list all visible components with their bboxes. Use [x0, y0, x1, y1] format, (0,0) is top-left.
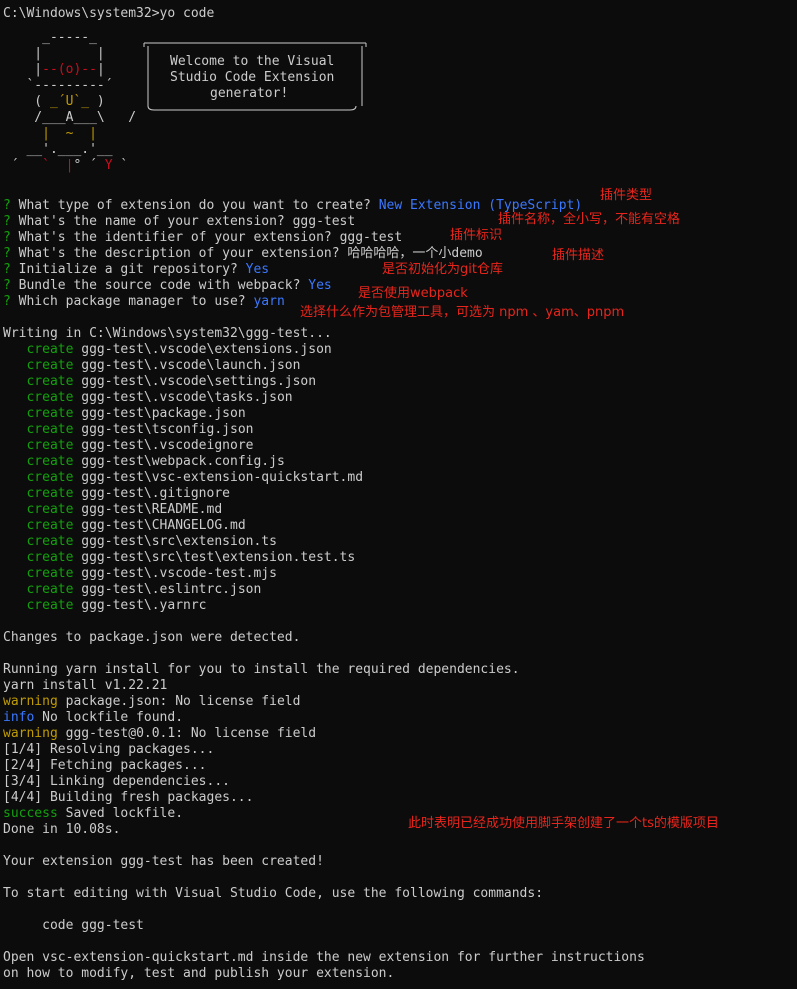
annotation-git: 是否初始化为git仓库: [382, 262, 503, 277]
welcome-line-1: Welcome to the Visual: [170, 54, 335, 69]
yeoman-ascii-logo: _-----_ | | |--(o)--| `---------´ ( _´U`…: [3, 30, 137, 173]
question-extension-type: ? What type of extension do you want to …: [3, 198, 583, 213]
writing-line: Writing in C:\Windows\system32\ggg-test.…: [3, 326, 332, 341]
step-line: [3/4] Linking dependencies...: [3, 774, 230, 789]
annotation-description: 插件描述: [552, 248, 605, 263]
annotation-webpack: 是否使用webpack: [358, 286, 468, 301]
annotation-identifier: 插件标识: [450, 228, 503, 243]
question-package-manager: ? Which package manager to use? yarn: [3, 294, 285, 309]
step-line: [4/4] Building fresh packages...: [3, 790, 254, 805]
list-item: create ggg-test\src\extension.ts: [26, 534, 277, 549]
list-item: create ggg-test\.yarnrc: [26, 598, 207, 613]
annotation-done: 此时表明已经成功使用脚手架创建了一个ts的模版项目: [408, 816, 719, 831]
created-message: Your extension ggg-test has been created…: [3, 854, 324, 869]
code-command: code ggg-test: [3, 918, 144, 933]
warning-line: warning ggg-test@0.0.1: No license field: [3, 726, 317, 741]
done-line: Done in 10.08s.: [3, 822, 121, 837]
list-item: create ggg-test\CHANGELOG.md: [26, 518, 246, 533]
open-instructions-2: on how to modify, test and publish your …: [3, 966, 395, 981]
step-line: [1/4] Resolving packages...: [3, 742, 215, 757]
list-item: create ggg-test\.eslintrc.json: [26, 582, 262, 597]
changes-detected: Changes to package.json were detected.: [3, 630, 301, 645]
list-item: create ggg-test\.vscode\settings.json: [26, 374, 317, 389]
list-item: create ggg-test\README.md: [26, 502, 223, 517]
list-item: create ggg-test\tsconfig.json: [26, 422, 254, 437]
annotation-package-manager: 选择什么作为包管理工具，可选为 npm 、yam、pnpm: [300, 305, 625, 320]
list-item: create ggg-test\.vscodeignore: [26, 438, 254, 453]
list-item: create ggg-test\.vscode-test.mjs: [26, 566, 277, 581]
terminal-window[interactable]: C:\Windows\system32>yo code _-----_ | | …: [0, 0, 797, 989]
annotation-extension-name: 插件名称，全小写，不能有空格: [498, 212, 681, 227]
question-git-init: ? Initialize a git repository? Yes: [3, 262, 270, 277]
welcome-line-3: generator!: [210, 86, 289, 101]
running-yarn: Running yarn install for you to install …: [3, 662, 520, 677]
list-item: create ggg-test\.vscode\tasks.json: [26, 390, 293, 405]
start-editing-line: To start editing with Visual Studio Code…: [3, 886, 544, 901]
list-item: create ggg-test\.gitignore: [26, 486, 230, 501]
list-item: create ggg-test\.vscode\extensions.json: [26, 342, 332, 357]
command-prompt: C:\Windows\system32>yo code: [3, 6, 215, 21]
open-instructions-1: Open vsc-extension-quickstart.md inside …: [3, 950, 645, 965]
question-extension-name: ? What's the name of your extension? ggg…: [3, 214, 356, 229]
question-extension-identifier: ? What's the identifier of your extensio…: [3, 230, 403, 245]
question-webpack: ? Bundle the source code with webpack? Y…: [3, 278, 332, 293]
annotation-extension-type: 插件类型: [600, 188, 653, 203]
yarn-version: yarn install v1.22.21: [3, 678, 168, 693]
list-item: create ggg-test\vsc-extension-quickstart…: [26, 470, 364, 485]
success-line: success Saved lockfile.: [3, 806, 184, 821]
list-item: create ggg-test\.vscode\launch.json: [26, 358, 301, 373]
warning-line: warning package.json: No license field: [3, 694, 301, 709]
info-line: info No lockfile found.: [3, 710, 184, 725]
welcome-line-2: Studio Code Extension: [170, 70, 335, 85]
list-item: create ggg-test\webpack.config.js: [26, 454, 285, 469]
question-extension-description: ? What's the description of your extensi…: [3, 246, 483, 261]
step-line: [2/4] Fetching packages...: [3, 758, 207, 773]
list-item: create ggg-test\package.json: [26, 406, 246, 421]
list-item: create ggg-test\src\test\extension.test.…: [26, 550, 356, 565]
